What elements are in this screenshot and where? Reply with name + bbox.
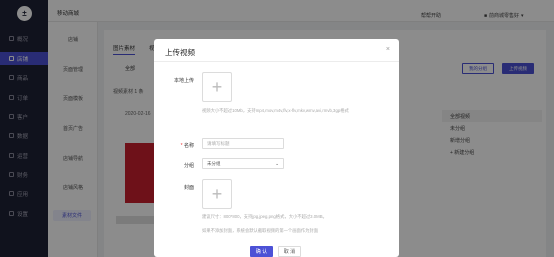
video-upload-hint: 视频大小不超过10Mb，支持mp4,mov,m4v,flv,x-flv,mkv,… [202, 108, 349, 113]
chevron-down-icon: ⌄ [275, 160, 279, 166]
local-upload-label: 本地上传 [173, 78, 194, 84]
upload-video-modal: 上传视频 × 本地上传 + 视频大小不超过10Mb，支持mp4,mov,m4v,… [154, 39, 399, 257]
plus-icon: + [211, 77, 223, 97]
cover-hint-size: 建议尺寸：800*800，支持jpg,jpeg,png格式，大小不超过3.0MB… [202, 214, 327, 219]
cover-hint-default: 如果不添加封面，系统会默认截取视频的第一个画面作为封面 [202, 228, 319, 233]
close-icon[interactable]: × [386, 46, 390, 53]
cover-label: 封面 [183, 185, 194, 191]
modal-divider [154, 61, 399, 62]
group-select[interactable]: 未分组 ⌄ [202, 158, 284, 169]
cover-upload-box[interactable]: + [202, 179, 232, 209]
plus-icon: + [211, 184, 223, 204]
group-label: 分组 [183, 163, 194, 169]
name-input[interactable]: 请填写标题 [202, 138, 284, 149]
modal-title: 上传视频 [165, 48, 195, 57]
cancel-button[interactable]: 取 消 [278, 246, 301, 257]
video-upload-box[interactable]: + [202, 72, 232, 102]
confirm-button[interactable]: 确 认 [250, 246, 273, 257]
name-label: * 名称 [180, 143, 194, 149]
